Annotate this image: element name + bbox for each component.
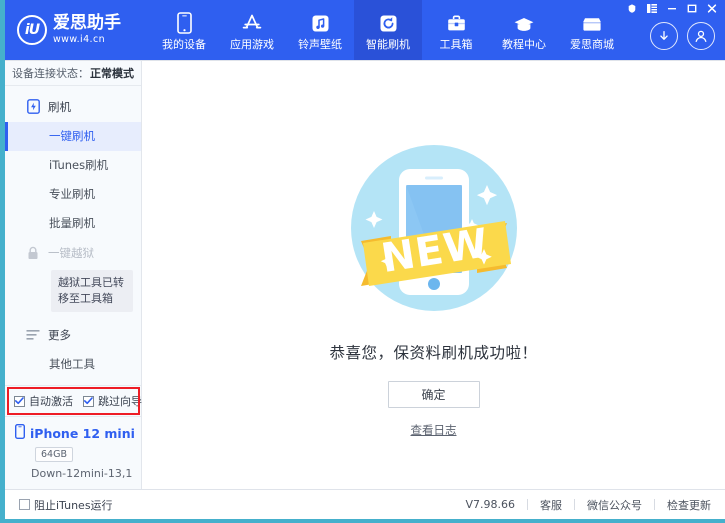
status-bar-right: V7.98.66 客服 微信公众号 检查更新 [465, 497, 711, 513]
refresh-icon [379, 12, 398, 34]
nav-item-apps-games[interactable]: 应用游戏 [218, 0, 286, 60]
view-log-link[interactable]: 查看日志 [411, 422, 457, 438]
checkbox-label: 自动激活 [29, 393, 73, 409]
sidebar-item-label: 一键刷机 [49, 128, 95, 144]
version-label: V7.98.66 [465, 498, 515, 511]
device-capacity-badge: 64GB [35, 447, 73, 462]
sidebar-group-more[interactable]: 更多 [5, 320, 141, 350]
nav-item-store[interactable]: 爱思商城 [558, 0, 626, 60]
logo-title: 爱思助手 [53, 15, 121, 32]
graduation-cap-icon [513, 12, 535, 34]
body-container: 设备连接状态：正常模式 刷机 一键刷机 iTunes刷机 专业刷机 [5, 60, 725, 489]
sidebar-group-jailbreak: 一键越狱 [5, 238, 141, 268]
toolbox-icon [446, 12, 467, 34]
sidebar-nav: 刷机 一键刷机 iTunes刷机 专业刷机 批量刷机 [5, 86, 141, 385]
download-icon[interactable] [650, 22, 678, 50]
flash-device-icon [25, 99, 41, 115]
nav-label: 教程中心 [502, 39, 546, 50]
menu-icon[interactable] [643, 1, 661, 16]
checkbox-label: 阻止iTunes运行 [34, 497, 113, 513]
checkbox-box [14, 396, 25, 407]
store-icon [581, 12, 603, 34]
nav-item-smart-flash[interactable]: 智能刷机 [354, 0, 422, 60]
checkbox-box [83, 396, 94, 407]
sidebar-item-label: 其他工具 [49, 356, 95, 372]
pin-icon[interactable] [623, 1, 641, 16]
nav-item-ringtones-wallpaper[interactable]: 铃声壁纸 [286, 0, 354, 60]
check-update-link[interactable]: 检查更新 [667, 497, 711, 513]
nav-label: 铃声壁纸 [298, 39, 342, 50]
nav-label: 智能刷机 [366, 39, 410, 50]
sidebar-item-label: 专业刷机 [49, 186, 95, 202]
sidebar-item-batch-flash[interactable]: 批量刷机 [5, 209, 141, 238]
lock-icon [25, 245, 41, 261]
nav-item-toolbox[interactable]: 工具箱 [422, 0, 490, 60]
sidebar-group-label: 刷机 [48, 99, 71, 115]
sidebar-group-label: 一键越狱 [48, 245, 94, 261]
nav-item-my-device[interactable]: 我的设备 [150, 0, 218, 60]
wechat-link[interactable]: 微信公众号 [587, 497, 642, 513]
divider [527, 499, 528, 510]
header-actions [650, 22, 715, 50]
sidebar-item-other-tools[interactable]: 其他工具 [5, 350, 141, 379]
nav-label: 应用游戏 [230, 39, 274, 50]
support-link[interactable]: 客服 [540, 497, 562, 513]
status-bar-left: 阻止iTunes运行 [19, 497, 113, 513]
checkbox-block-itunes[interactable]: 阻止iTunes运行 [19, 497, 113, 513]
success-message: 恭喜您，保资料刷机成功啦！ [329, 341, 537, 363]
sidebar-item-label: 批量刷机 [49, 215, 95, 231]
music-icon [311, 12, 330, 34]
logo-subtitle: www.i4.cn [53, 35, 121, 45]
maximize-icon[interactable] [683, 1, 701, 16]
sidebar-item-label: iTunes刷机 [49, 157, 108, 173]
phone-small-icon [15, 424, 25, 442]
sidebar-options-row: 自动激活 跳过向导 [5, 385, 141, 416]
minimize-icon[interactable] [663, 1, 681, 16]
nav-label: 爱思商城 [570, 39, 614, 50]
app-header: iU 爱思助手 www.i4.cn 我的设备 应用游戏 [5, 0, 725, 60]
checkbox-skip-wizard[interactable]: 跳过向导 [83, 393, 142, 409]
nav-label: 我的设备 [162, 39, 206, 50]
app-window: iU 爱思助手 www.i4.cn 我的设备 应用游戏 [0, 0, 725, 523]
checkbox-box [19, 499, 30, 510]
device-card[interactable]: iPhone 12 mini 64GB Down-12mini-13,1 [5, 416, 141, 489]
sidebar-item-pro-flash[interactable]: 专业刷机 [5, 180, 141, 209]
confirm-button[interactable]: 确定 [388, 381, 480, 408]
sidebar-group-label: 更多 [48, 327, 71, 343]
connection-status-label: 设备连接状态： [12, 65, 89, 81]
main-content: NEW 恭喜您，保资料刷机成功啦！ 确定 查看日志 [142, 61, 725, 489]
connection-status: 设备连接状态：正常模式 [5, 61, 141, 86]
sidebar: 设备连接状态：正常模式 刷机 一键刷机 iTunes刷机 专业刷机 [5, 61, 142, 489]
device-name: iPhone 12 mini [30, 426, 135, 441]
main-nav: 我的设备 应用游戏 铃声壁纸 智能刷机 [150, 0, 626, 60]
nav-item-tutorials[interactable]: 教程中心 [490, 0, 558, 60]
nav-label: 工具箱 [440, 39, 473, 50]
phone-icon [177, 12, 192, 34]
account-icon[interactable] [687, 22, 715, 50]
sidebar-group-flash[interactable]: 刷机 [5, 92, 141, 122]
logo-mark-text: iU [25, 22, 39, 38]
divider [574, 499, 575, 510]
jailbreak-tooltip: 越狱工具已转移至工具箱 [51, 270, 133, 312]
device-identifier: Down-12mini-13,1 [31, 467, 141, 480]
more-lines-icon [25, 327, 41, 343]
status-bar: 阻止iTunes运行 V7.98.66 客服 微信公众号 检查更新 [5, 489, 725, 519]
checkbox-label: 跳过向导 [98, 393, 142, 409]
logo-mark-icon: iU [17, 15, 47, 45]
sidebar-item-itunes-flash[interactable]: iTunes刷机 [5, 151, 141, 180]
app-logo[interactable]: iU 爱思助手 www.i4.cn [5, 0, 142, 60]
checkbox-auto-activate[interactable]: 自动激活 [14, 393, 73, 409]
divider [654, 499, 655, 510]
appstore-icon [241, 12, 263, 34]
close-icon[interactable] [703, 1, 721, 16]
window-controls [623, 0, 721, 17]
device-name-row: iPhone 12 mini [15, 424, 141, 442]
sidebar-item-one-key-flash[interactable]: 一键刷机 [5, 122, 141, 151]
connection-status-value: 正常模式 [90, 65, 134, 81]
new-badge-illustration: NEW [339, 133, 529, 327]
